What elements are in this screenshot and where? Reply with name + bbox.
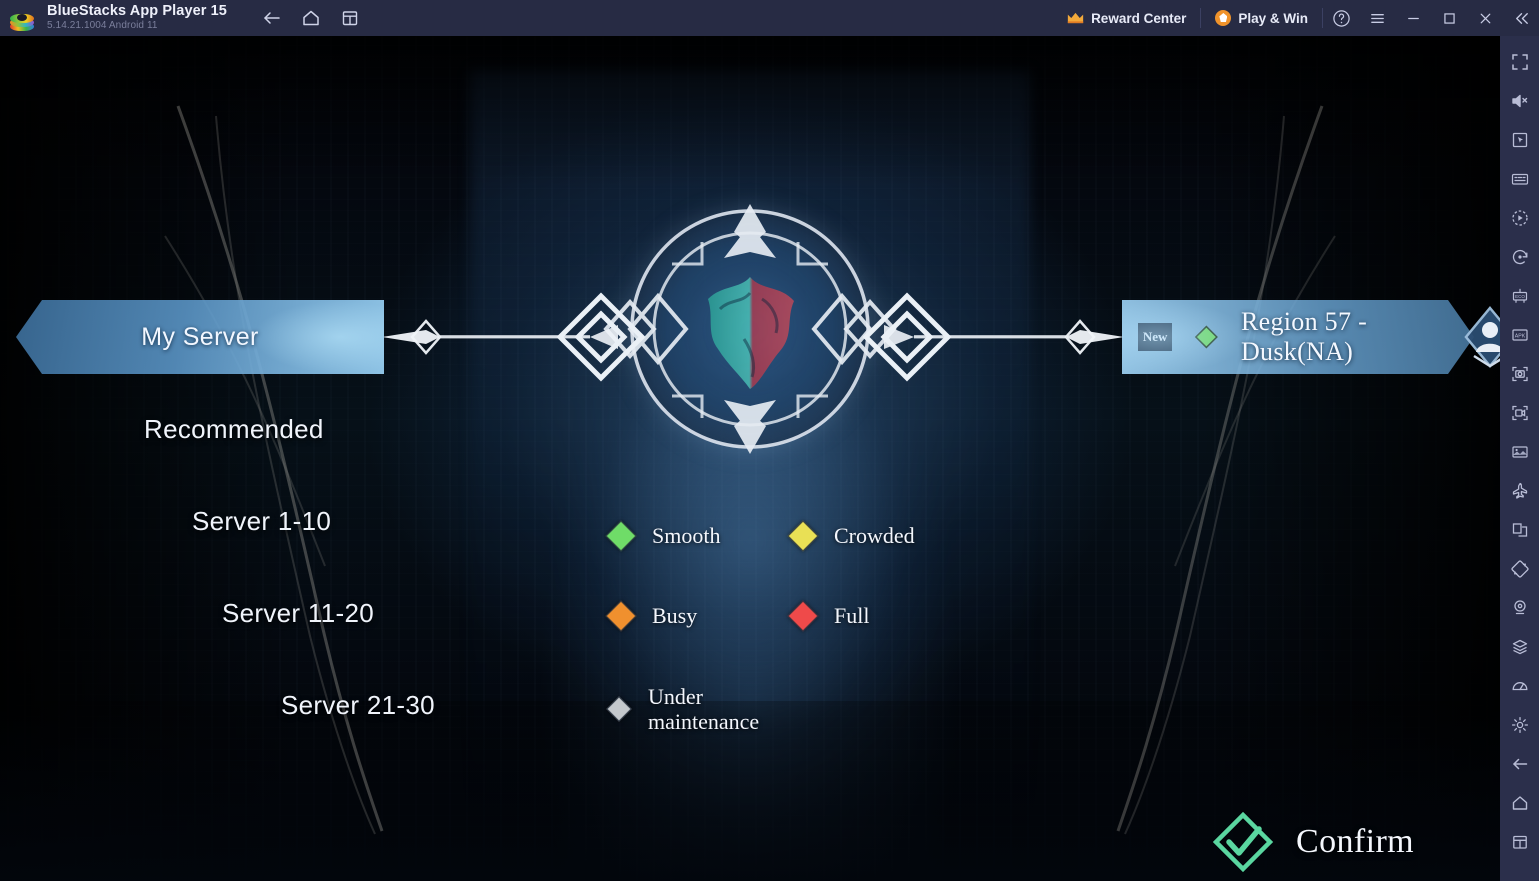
legend-item-maintenance: Under maintenance <box>606 683 840 735</box>
title-bar: BlueStacks App Player 15 5.14.21.1004 An… <box>0 0 1539 36</box>
legend-label-full: Full <box>834 603 870 629</box>
cursor-pointer-icon[interactable] <box>1500 120 1539 159</box>
media-manager-icon[interactable] <box>1500 432 1539 471</box>
crown-icon <box>1067 12 1084 24</box>
performance-meter-icon[interactable] <box>1500 666 1539 705</box>
settings-gear-icon[interactable] <box>1500 705 1539 744</box>
home-icon[interactable] <box>300 7 322 29</box>
status-diamond-full-icon <box>787 600 819 632</box>
reward-center-button[interactable]: Reward Center <box>1053 0 1200 36</box>
help-circle-icon[interactable] <box>1323 0 1359 36</box>
reward-center-label: Reward Center <box>1091 10 1187 26</box>
selected-server-name: Region 57 - Dusk(NA) <box>1240 307 1368 366</box>
server-group-11-20[interactable]: Server 11-20 <box>222 598 374 629</box>
macro-play-icon[interactable] <box>1500 198 1539 237</box>
back-icon[interactable] <box>261 7 283 29</box>
minimize-icon[interactable] <box>1395 0 1431 36</box>
right-diamond-knot <box>862 292 952 382</box>
airplane-icon[interactable] <box>1500 471 1539 510</box>
legend-item-full: Full <box>787 600 974 632</box>
layers-icon[interactable] <box>1500 627 1539 666</box>
svg-text:ECO: ECO <box>1515 294 1525 299</box>
titlebar-nav-icons <box>261 7 361 29</box>
app-title: BlueStacks App Player 15 <box>47 3 227 20</box>
app-version: 5.14.21.1004 Android 11 <box>47 20 158 32</box>
legend-row: Busy Full <box>605 600 1010 632</box>
check-diamond-icon <box>1212 811 1274 873</box>
tab-my-server[interactable]: My Server <box>16 300 384 374</box>
record-video-icon[interactable] <box>1500 393 1539 432</box>
legend-row: Under maintenance <box>606 683 1010 735</box>
game-viewport[interactable]: My Server New Region 57 - Dusk(NA) Recom… <box>0 36 1500 881</box>
hamburger-menu-icon[interactable] <box>1359 0 1395 36</box>
legend-label-maintenance: Under maintenance <box>648 683 760 734</box>
server-status-legend: Smooth Crowded Busy Full Under maintenan… <box>605 520 1010 789</box>
sync-rotate-icon[interactable] <box>1500 237 1539 276</box>
status-diamond-busy-icon <box>605 600 637 632</box>
confirm-button[interactable]: Confirm <box>1212 811 1414 873</box>
apk-install-icon[interactable]: APK <box>1500 315 1539 354</box>
double-chevron-left-icon[interactable] <box>1503 0 1539 36</box>
player-avatar-icon[interactable] <box>1462 304 1500 370</box>
multi-instance-icon[interactable] <box>339 7 361 29</box>
legend-row: Smooth Crowded <box>605 520 1010 552</box>
server-group-recommended[interactable]: Recommended <box>144 414 324 445</box>
left-diamond-knot <box>556 292 646 382</box>
server-status-diamond-icon <box>1194 324 1219 350</box>
legend-label-crowded: Crowded <box>834 523 915 548</box>
close-icon[interactable] <box>1467 0 1503 36</box>
play-and-win-label: Play & Win <box>1238 10 1308 26</box>
background-top-vignette <box>0 36 1500 186</box>
screenshot-icon[interactable] <box>1500 354 1539 393</box>
server-group-1-10[interactable]: Server 1-10 <box>192 506 331 537</box>
recents-icon[interactable] <box>1500 822 1539 861</box>
play-and-win-button[interactable]: Play & Win <box>1201 0 1322 36</box>
eco-mode-icon[interactable]: ECO <box>1500 276 1539 315</box>
maximize-icon[interactable] <box>1431 0 1467 36</box>
keymapping-icon[interactable] <box>1500 159 1539 198</box>
mute-icon[interactable] <box>1500 81 1539 120</box>
legend-label-smooth: Smooth <box>652 523 721 548</box>
confirm-label: Confirm <box>1296 823 1415 860</box>
new-badge: New <box>1138 323 1172 351</box>
titlebar-right-controls: Reward Center Play & Win <box>1053 0 1539 36</box>
bluestacks-logo-icon <box>9 5 35 31</box>
shield-icon <box>1215 10 1232 26</box>
fullscreen-icon[interactable] <box>1500 42 1539 81</box>
legend-item-smooth: Smooth <box>605 520 792 552</box>
selected-server-panel[interactable]: New Region 57 - Dusk(NA) <box>1122 300 1474 374</box>
location-pin-icon[interactable] <box>1500 588 1539 627</box>
status-diamond-smooth-icon <box>605 520 637 552</box>
multi-window-icon[interactable] <box>1500 510 1539 549</box>
home-icon[interactable] <box>1500 783 1539 822</box>
rotate-screen-icon[interactable] <box>1500 549 1539 588</box>
title-block: BlueStacks App Player 15 5.14.21.1004 An… <box>47 3 227 32</box>
legend-item-busy: Busy <box>605 600 792 632</box>
bluestacks-sidebar: ECO APK <box>1500 36 1539 881</box>
svg-text:APK: APK <box>1514 333 1525 339</box>
status-diamond-maintenance-icon <box>606 696 632 722</box>
server-group-21-30[interactable]: Server 21-30 <box>281 690 435 721</box>
legend-item-crowded: Crowded <box>787 520 974 552</box>
tab-my-server-label: My Server <box>141 322 259 351</box>
status-diamond-crowded-icon <box>787 520 819 552</box>
back-icon[interactable] <box>1500 744 1539 783</box>
legend-label-busy: Busy <box>652 603 698 629</box>
bluestacks-window: BlueStacks App Player 15 5.14.21.1004 An… <box>0 0 1539 881</box>
